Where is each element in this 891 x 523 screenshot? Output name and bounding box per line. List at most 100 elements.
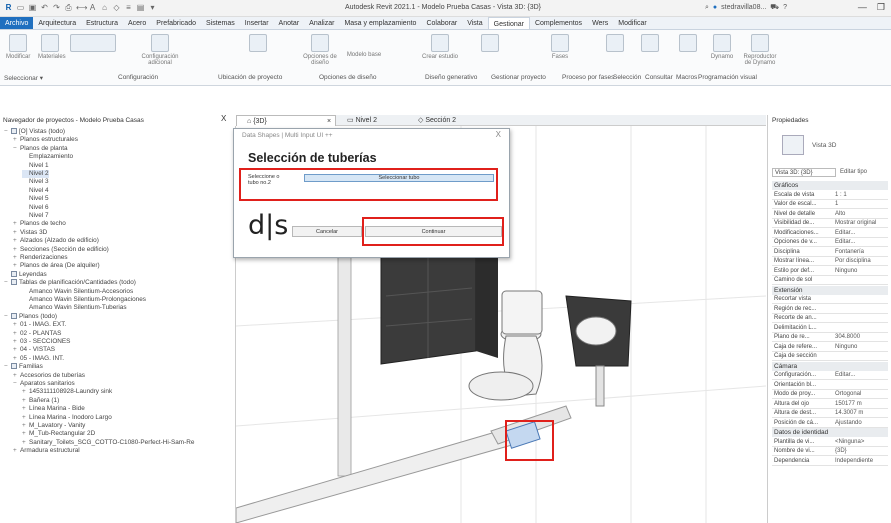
browser-item[interactable]: + Armadura estructural xyxy=(13,447,80,455)
user-name[interactable]: stedravilla08... xyxy=(721,4,766,11)
expand-icon[interactable]: + xyxy=(13,338,20,346)
create-study-button[interactable]: Crear estudio xyxy=(420,34,460,60)
property-value[interactable]: 304.8000 xyxy=(835,333,885,342)
browser-item[interactable]: +01 - IMAG. EXT. xyxy=(13,321,66,329)
dialog-close-icon[interactable]: X xyxy=(496,130,501,139)
text-icon[interactable]: A xyxy=(88,3,97,13)
selection-tools[interactable] xyxy=(600,34,630,54)
redo-icon[interactable]: ↷ xyxy=(52,3,61,13)
browser-item[interactable]: + Renderizaciones xyxy=(13,254,68,262)
expand-icon[interactable]: + xyxy=(13,346,20,354)
tab-prefabricado[interactable]: Prefabricado xyxy=(151,17,201,29)
browser-item[interactable]: Leyendas xyxy=(4,270,47,279)
browser-item[interactable]: + Sanitary_Toilets_SCG_COTTO-C1080-Perfec… xyxy=(22,439,194,447)
cart-icon[interactable]: ⛟ xyxy=(770,3,779,12)
property-row[interactable]: Configuración... Editar... xyxy=(772,371,888,380)
materials-button[interactable]: Materiales xyxy=(38,34,66,60)
property-row[interactable]: Región de rec... xyxy=(772,305,888,314)
expand-icon[interactable]: + xyxy=(13,254,20,262)
switch-windows-icon[interactable]: ▤ xyxy=(136,3,145,13)
property-row[interactable]: Dependencia Independiente xyxy=(772,457,888,466)
property-value[interactable]: Ajustando xyxy=(835,419,885,428)
location-group[interactable] xyxy=(238,34,278,54)
property-row[interactable]: Altura del ojo 150177 m xyxy=(772,400,888,409)
save-icon[interactable]: ▣ xyxy=(28,3,37,13)
tab-complementos[interactable]: Complementos xyxy=(530,17,587,29)
browser-item[interactable]: +03 - SECCIONES xyxy=(13,338,70,346)
collapse-icon[interactable]: − xyxy=(13,145,20,153)
property-value[interactable]: <Ninguna> xyxy=(835,438,885,447)
property-row[interactable]: Nombre de vi... {3D} xyxy=(772,447,888,456)
property-value[interactable]: Ninguno xyxy=(835,267,885,276)
property-value[interactable]: 1 xyxy=(835,200,885,209)
property-row[interactable]: Caja de refere... Ninguno xyxy=(772,343,888,352)
collapse-icon[interactable]: − xyxy=(4,313,11,321)
undo-icon[interactable]: ↶ xyxy=(40,3,49,13)
browser-item[interactable]: Emplazamiento xyxy=(22,153,73,161)
expand-icon[interactable]: + xyxy=(22,430,29,438)
property-row[interactable]: Estilo por def... Ninguno xyxy=(772,267,888,276)
main-model-dropdown[interactable]: Modelo base xyxy=(345,52,383,58)
property-row[interactable]: Altura de dest... 14.3007 m xyxy=(772,409,888,418)
modify-button[interactable]: Modificar xyxy=(6,34,30,60)
restore-icon[interactable]: ❐ xyxy=(877,2,885,13)
properties-category[interactable]: Cámara xyxy=(772,361,888,371)
property-row[interactable]: Opciones de v... Editar... xyxy=(772,238,888,247)
tab-arquitectura[interactable]: Arquitectura xyxy=(33,17,81,29)
property-row[interactable]: Caja de sección xyxy=(772,352,888,361)
property-row[interactable]: Recorte de an... xyxy=(772,314,888,323)
browser-item[interactable]: + Alzados (Alzado de edificio) xyxy=(13,237,99,245)
section-icon[interactable]: ◇ xyxy=(112,3,121,13)
tab-gestionar[interactable]: Gestionar xyxy=(487,17,530,29)
tab-anotar[interactable]: Anotar xyxy=(274,17,305,29)
property-value[interactable]: Por disciplina xyxy=(835,257,885,266)
dynamo-player-button[interactable]: Reproductor de Dynamo xyxy=(740,34,780,66)
instance-filter-dropdown[interactable]: Vista 3D: {3D} xyxy=(772,168,836,177)
expand-icon[interactable]: + xyxy=(13,262,20,270)
edit-type-button[interactable]: Editar tipo xyxy=(840,168,886,177)
property-row[interactable]: Modificaciones... Editar... xyxy=(772,229,888,238)
property-value[interactable]: Alto xyxy=(835,210,885,219)
browser-item[interactable]: − [O] Vistas (todo) xyxy=(4,128,65,136)
expand-icon[interactable]: + xyxy=(13,321,20,329)
browser-item[interactable]: Amanco Wavin Silentium-Tuberias xyxy=(22,304,127,312)
minimize-icon[interactable]: — xyxy=(858,2,867,13)
browser-item[interactable]: + M_Tub-Rectangular 2D xyxy=(22,430,95,438)
expand-icon[interactable]: + xyxy=(22,405,29,413)
expand-icon[interactable]: + xyxy=(22,439,29,447)
dynamo-button[interactable]: Dynamo xyxy=(707,34,737,60)
browser-item[interactable]: Amanco Wavin Silentium-Prolongaciones xyxy=(22,296,146,304)
tab-modificar[interactable]: Modificar xyxy=(613,17,651,29)
user-icon[interactable]: ● xyxy=(713,4,717,11)
project-browser-tree[interactable]: − [O] Vistas (todo) + Planos estructurales −… xyxy=(0,126,236,523)
tab-insertar[interactable]: Insertar xyxy=(240,17,274,29)
browser-item[interactable]: − Planos (todo) xyxy=(4,312,57,321)
property-value[interactable]: 14.3007 m xyxy=(835,409,885,418)
property-row[interactable]: Orientación bl... xyxy=(772,381,888,390)
browser-item[interactable]: Nivel 3 xyxy=(22,178,49,186)
customize-qat-icon[interactable]: ▾ xyxy=(148,3,157,13)
inquiry-tools[interactable] xyxy=(635,34,665,54)
browser-item[interactable]: Nivel 4 xyxy=(22,187,49,195)
property-value[interactable]: Independiente xyxy=(835,457,885,466)
search-icon[interactable]: ⌕ xyxy=(705,4,709,12)
expand-icon[interactable]: + xyxy=(13,237,20,245)
measure-icon[interactable]: ⟷ xyxy=(76,3,87,13)
property-row[interactable]: Plantilla de vi... <Ninguna> xyxy=(772,438,888,447)
property-row[interactable]: Escala de vista 1 : 1 xyxy=(772,191,888,200)
browser-item[interactable]: +05 - IMAG. INT. xyxy=(13,355,64,363)
browser-item[interactable]: + Bañera (1) xyxy=(22,397,59,405)
expand-icon[interactable]: + xyxy=(13,447,20,455)
manage-project-button[interactable] xyxy=(470,34,510,54)
additional-settings-button[interactable]: Configuración adicional xyxy=(140,34,180,66)
browser-item[interactable]: Nivel 2 xyxy=(22,170,49,178)
project-browser-close-icon[interactable]: X xyxy=(221,114,226,123)
properties-category[interactable]: Gráficos xyxy=(772,181,888,190)
property-value[interactable]: Mostrar original xyxy=(835,219,885,228)
collapse-icon[interactable]: − xyxy=(13,380,20,388)
property-value[interactable]: Editar... xyxy=(835,371,885,380)
properties-category[interactable]: Datos de identidad xyxy=(772,428,888,437)
property-value[interactable]: Editar... xyxy=(835,238,885,247)
property-row[interactable]: Valor de escal... 1 xyxy=(772,200,888,209)
expand-icon[interactable]: + xyxy=(13,229,20,237)
